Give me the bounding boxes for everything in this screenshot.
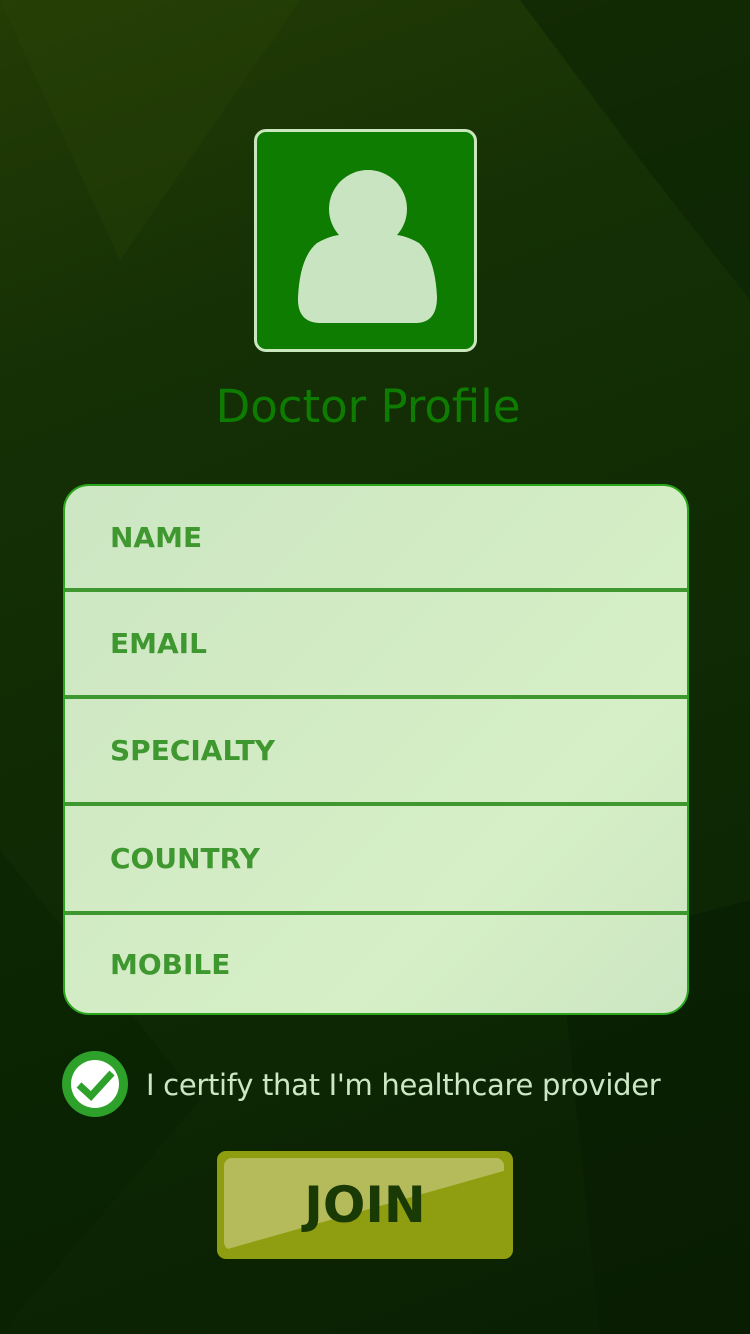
avatar[interactable] [254,129,477,352]
checkmark-icon [76,1070,115,1101]
certify-checkbox[interactable] [62,1051,128,1117]
name-field[interactable] [65,486,687,589]
user-silhouette-icon [297,170,437,323]
country-field[interactable] [65,806,687,911]
name-row [65,486,687,589]
join-button[interactable]: JOIN [217,1151,513,1259]
specialty-row [65,699,687,802]
profile-form [63,484,689,1015]
mobile-field[interactable] [65,915,687,1013]
email-field[interactable] [65,592,687,695]
mobile-row [65,915,687,1013]
page-title: Doctor Profile [215,380,521,433]
join-label: JOIN [304,1176,426,1234]
email-row [65,592,687,695]
certify-label[interactable]: I certify that I'm healthcare provider [146,1068,661,1102]
specialty-field[interactable] [65,699,687,802]
country-row [65,806,687,911]
